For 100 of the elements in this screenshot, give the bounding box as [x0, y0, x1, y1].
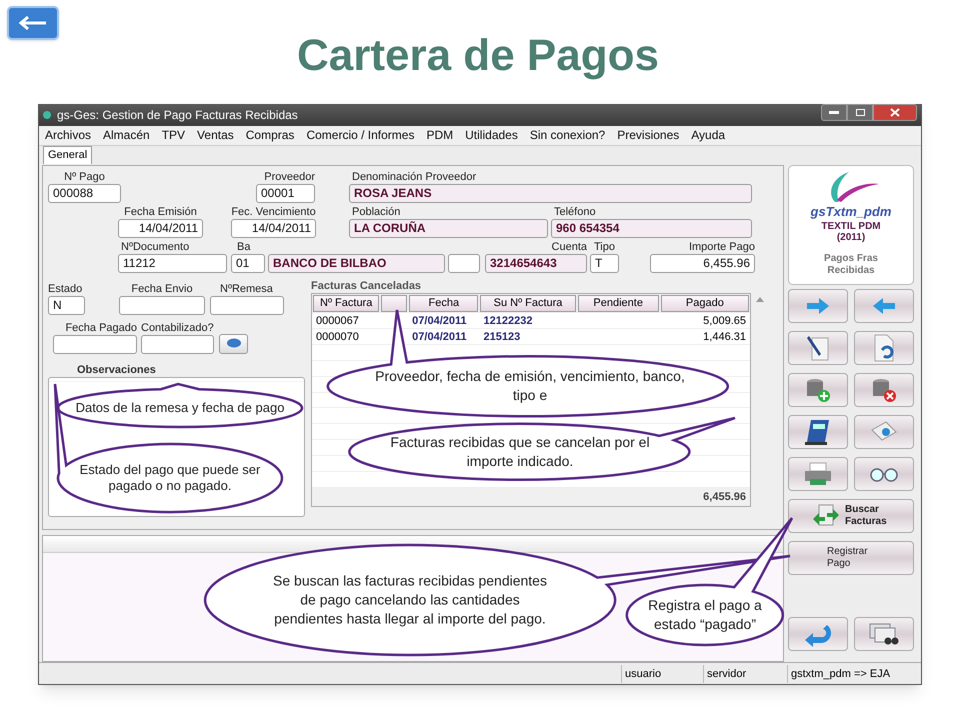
maximize-icon [856, 108, 864, 116]
column-header[interactable]: Su Nº Factura [480, 294, 576, 312]
callout-text: Se buscan las facturas recibidas pendientes de pago cancelando las cantidades pendientes hasta llegar al importe del pago. [272, 572, 548, 628]
field-label: NºRemesa [219, 282, 274, 296]
column-header[interactable]: Pagado [660, 294, 749, 312]
table-cell-text: 0000067 [315, 314, 360, 328]
text-field[interactable]: 3214654643 [485, 254, 587, 273]
pen-document-icon [806, 334, 830, 362]
column-header[interactable] [381, 294, 408, 312]
text-field[interactable] [119, 296, 205, 315]
menu-item[interactable]: Almacén [103, 126, 150, 144]
callout-text: Facturas recibidas que se cancelan por el importe indicado. [389, 433, 651, 471]
search-invoices-button[interactable]: Buscar Facturas [788, 498, 914, 533]
column-header[interactable]: Pendiente [578, 294, 659, 312]
minimize-button[interactable] [821, 104, 847, 121]
text-field[interactable]: 01 [231, 254, 265, 273]
text-field[interactable] [53, 334, 137, 354]
field-label: Tipo [593, 240, 616, 254]
toolbar-button[interactable] [854, 330, 914, 365]
database-remove-icon [871, 376, 897, 403]
menu-item[interactable]: Comercio / Informes [306, 126, 414, 144]
table-cell-text: 0000070 [315, 330, 360, 344]
glasses-icon [869, 466, 899, 482]
windows-binoculars-icon [868, 622, 900, 646]
menu-item[interactable]: Archivos [45, 126, 92, 144]
table-cell-text: 1,446.31 [702, 330, 747, 344]
printer-icon [803, 460, 833, 487]
logo-year: (2011) [836, 232, 866, 243]
field-label: Población [351, 204, 402, 219]
table-title: Facturas Canceladas [311, 278, 422, 293]
text-field[interactable]: 000088 [48, 184, 121, 203]
menu-item[interactable]: Compras [246, 126, 294, 144]
callout-text: Registra el pago a estado “pagado” [647, 596, 763, 634]
table-cell-text: 07/04/2011 [411, 314, 468, 328]
logo-subtitle: TEXTIL PDM [821, 220, 881, 232]
menu-item[interactable]: TPV [162, 126, 186, 144]
document-undo-icon [872, 334, 896, 362]
window-title: gs-Ges: Gestion de Pago Facturas Recibidas [57, 107, 298, 124]
menu-item[interactable]: Previsiones [617, 126, 680, 144]
field-label: Fecha Envio [130, 282, 194, 296]
slide-title: Cartera de Pagos [297, 30, 659, 82]
arrow-left-icon [871, 296, 897, 315]
text-field[interactable] [141, 334, 214, 354]
text-field[interactable]: BANCO DE BILBAO [268, 254, 445, 273]
register-payment-button[interactable]: Registrar Pago [788, 540, 914, 575]
field-label: Teléfono [553, 204, 597, 219]
text-field[interactable]: 6,455.96 [650, 254, 755, 273]
field-label: Contabilizado? [141, 320, 214, 335]
menu-item[interactable]: Utilidades [465, 126, 518, 144]
table-cell-text: 5,009.65 [702, 314, 747, 328]
close-button[interactable] [873, 104, 917, 121]
field-label: Cuenta [550, 240, 587, 254]
column-header[interactable]: Nº Factura [313, 294, 380, 312]
menu-item[interactable]: Ayuda [691, 126, 726, 144]
toolbar-button[interactable] [788, 330, 848, 365]
table-cell-text: 07/04/2011 [411, 330, 468, 344]
text-field[interactable]: 00001 [256, 184, 315, 203]
field-label: Importe Pago [688, 240, 755, 254]
close-icon [890, 108, 900, 117]
text-field[interactable]: LA CORUÑA [349, 218, 548, 238]
maximize-button[interactable] [847, 104, 873, 121]
text-field[interactable]: 11212 [118, 254, 227, 273]
text-field[interactable] [210, 296, 284, 315]
field-label: NºDocumento [120, 240, 190, 254]
calculator-icon [805, 418, 831, 446]
text-field[interactable]: 960 654354 [551, 218, 752, 238]
text-field[interactable] [448, 254, 480, 273]
callout-text: Proveedor, fecha de emisión, vencimiento, banco, tipo e [374, 367, 686, 405]
database-add-icon [805, 376, 831, 403]
field-label: Nº Pago [63, 170, 106, 184]
text-field[interactable]: 14/04/2011 [118, 218, 203, 238]
field-label: Ba [236, 240, 252, 254]
field-label: Fecha Pagado [64, 320, 137, 335]
menu-item[interactable]: Sin conexion? [530, 126, 606, 144]
text-field[interactable]: ROSA JEANS [349, 184, 752, 203]
field-label: Observaciones [77, 362, 156, 376]
screen-caption: Pagos Fras Recibidas [823, 252, 879, 277]
menu-item[interactable]: PDM [426, 126, 454, 144]
speech-icon [226, 338, 242, 350]
text-field[interactable]: T [590, 254, 619, 273]
callout-text: Datos de la remesa y fecha de pago [76, 400, 284, 416]
scroll-up-icon[interactable] [756, 296, 764, 302]
tab[interactable]: General [43, 146, 92, 164]
toolbar-button[interactable] [788, 414, 848, 449]
column-header[interactable]: Fecha [409, 294, 478, 312]
status-text: usuario [621, 664, 703, 683]
field-label: Estado [48, 282, 84, 296]
minimize-icon [829, 110, 839, 114]
arrow-right-icon [805, 296, 831, 315]
menu-item[interactable]: Ventas [197, 126, 234, 144]
text-field[interactable]: N [48, 296, 85, 315]
toolbar-button[interactable] [854, 616, 914, 651]
text-field[interactable]: 14/04/2011 [231, 218, 316, 238]
field-label: Fecha Emisión [123, 204, 198, 219]
chat-button[interactable] [219, 334, 248, 354]
status-text: gstxtm_pdm => EJA [787, 664, 917, 683]
back-button[interactable] [7, 6, 59, 40]
callout-text: Estado del pago que puede ser pagado o no pagado. [78, 462, 262, 494]
toolbar-button[interactable] [854, 456, 914, 491]
arrow-left-icon [18, 16, 48, 30]
